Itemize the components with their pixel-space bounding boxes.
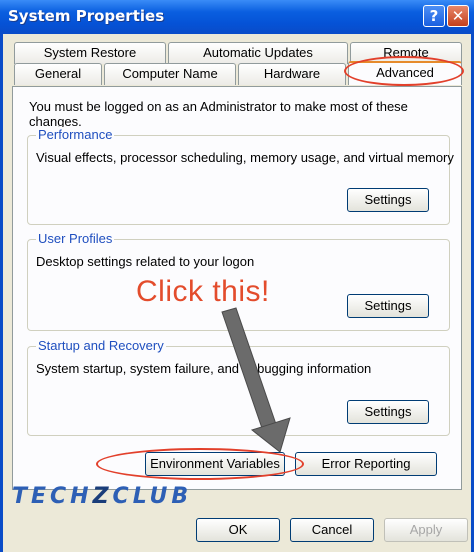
techzclub-watermark: TECHZCLUB [12, 484, 192, 509]
arrow-shaft [221, 307, 279, 435]
watermark-part-z: Z [92, 484, 113, 509]
annotation-arrow-layer [221, 307, 291, 453]
watermark-part-tech: TECH [12, 484, 93, 509]
down-arrow-icon [221, 307, 291, 453]
watermark-part-club: CLUB [112, 484, 193, 509]
